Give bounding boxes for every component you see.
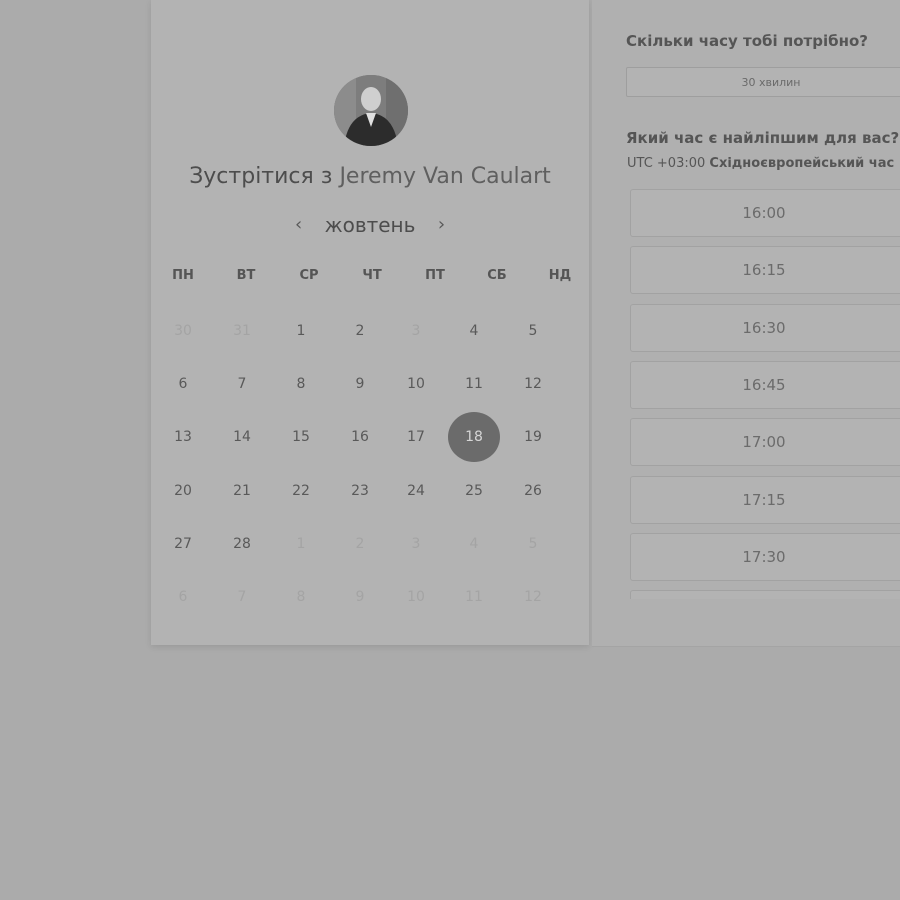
time-slot-button[interactable] [630,590,900,599]
calendar-day[interactable]: 10 [390,359,442,409]
timezone-label[interactable]: UTC +03:00 Східноєвропейський час [627,156,894,171]
calendar-day[interactable]: 12 [507,359,559,409]
calendar-day[interactable]: 16 [334,412,386,462]
calendar-day: 4 [469,536,479,552]
calendar-day[interactable]: 7 [216,359,268,409]
calendar-day: 3 [411,323,421,339]
time-slot-button[interactable]: 17:00 [630,418,900,467]
calendar-day[interactable]: 28 [216,519,268,569]
calendar-day[interactable]: 11 [448,359,500,409]
calendar-day[interactable]: 6 [157,359,209,409]
time-slot-list: 16:00 16:15 16:30 16:45 17:00 17:15 17:30 [630,189,900,599]
calendar-day: 2 [355,536,365,552]
calendar-day[interactable]: 5 [507,306,559,356]
time-slot-button[interactable]: 16:45 [630,360,900,409]
calendar-day[interactable]: 21 [216,466,268,516]
calendar-day[interactable]: 15 [275,412,327,462]
calendar-day: 8 [296,589,306,605]
timezone-name: Східноєвропейський час [709,156,895,171]
calendar-day[interactable]: 14 [216,412,268,462]
time-selection-panel: Скільки часу тобі потрібно? 30 хвилин Як… [592,0,900,647]
calendar-panel: Зустрітися з Jeremy Van Caulart ‹ жовтен… [151,0,589,645]
calendar-day: 30 [174,323,192,339]
calendar-day: 31 [233,323,251,339]
calendar-day: 6 [178,589,188,605]
time-slot-button[interactable]: 17:15 [630,475,900,524]
calendar-day[interactable]: 20 [157,466,209,516]
calendar-day-selected[interactable]: 18 [448,412,500,462]
calendar-day: 9 [355,589,365,605]
calendar-day[interactable]: 27 [157,519,209,569]
calendar-grid: 30 31 1 2 3 4 5 6 7 8 9 10 11 12 13 14 15 16 17 18 19 20 21 22 2… [151,0,589,645]
calendar-day[interactable]: 8 [275,359,327,409]
calendar-day: 5 [528,536,538,552]
calendar-day[interactable]: 19 [507,412,559,462]
calendar-day[interactable]: 25 [448,466,500,516]
calendar-day[interactable]: 13 [157,412,209,462]
calendar-day[interactable]: 26 [507,466,559,516]
calendar-day[interactable]: 24 [390,466,442,516]
calendar-day: 7 [237,589,247,605]
calendar-day: 10 [407,589,425,605]
time-question: Який час є найліпшим для вас? [626,129,900,147]
calendar-day[interactable]: 23 [334,466,386,516]
calendar-day[interactable]: 1 [275,306,327,356]
duration-question: Скільки часу тобі потрібно? [626,32,868,50]
time-slot-button[interactable]: 16:00 [630,189,900,237]
calendar-day[interactable]: 17 [390,412,442,462]
duration-select[interactable]: 30 хвилин [626,67,900,97]
time-slot-button[interactable]: 16:15 [630,246,900,295]
calendar-day[interactable]: 2 [334,306,386,356]
calendar-day[interactable]: 9 [334,359,386,409]
time-slot-button[interactable]: 16:30 [630,303,900,352]
calendar-day: 1 [296,536,306,552]
calendar-day: 12 [524,589,542,605]
timezone-offset: UTC +03:00 [627,156,706,171]
calendar-day[interactable]: 4 [448,306,500,356]
time-slot-button[interactable]: 17:30 [630,532,900,581]
calendar-day: 3 [411,536,421,552]
calendar-day[interactable]: 22 [275,466,327,516]
calendar-day: 11 [465,589,483,605]
